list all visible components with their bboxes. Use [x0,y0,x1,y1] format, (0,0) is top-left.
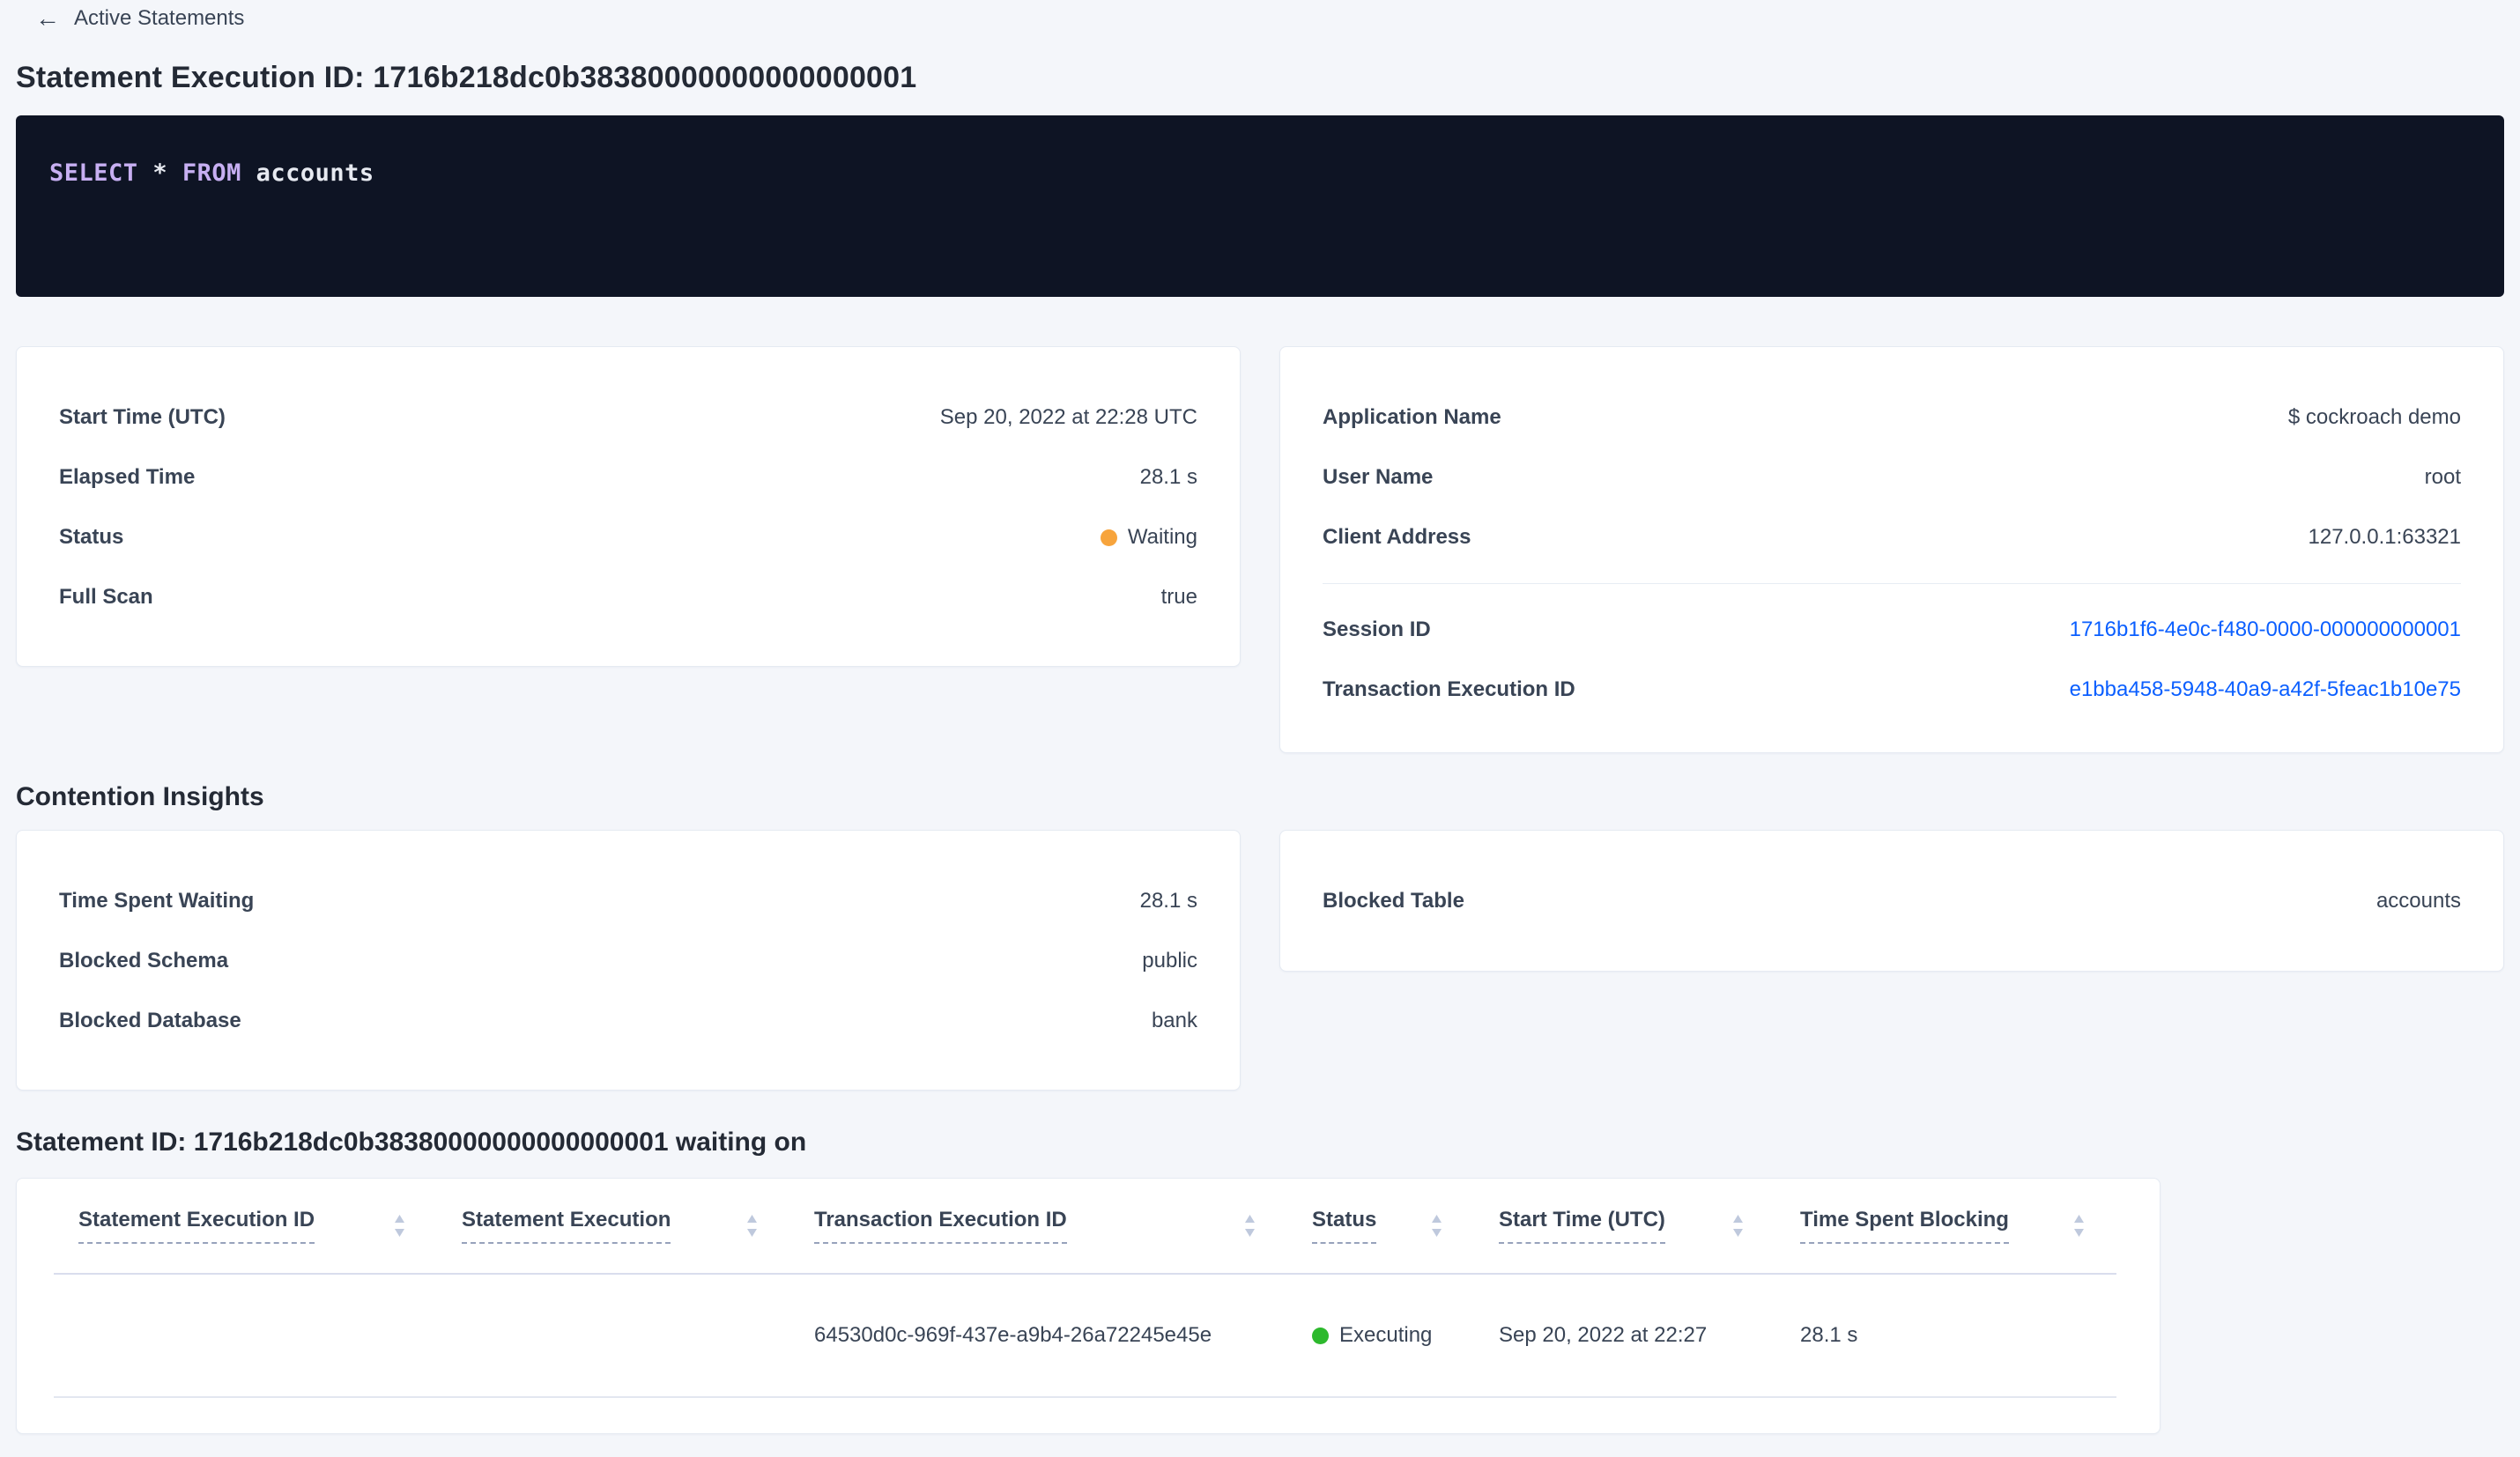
detail-label: Transaction Execution ID [1323,677,1575,701]
status-text: Waiting [1127,525,1197,549]
detail-label: Start Time (UTC) [59,405,226,429]
detail-label: Blocked Database [59,1009,241,1032]
sql-table-name: accounts [256,159,374,187]
back-arrow-icon: ← [35,4,60,32]
statement-details-card: Start Time (UTC) Sep 20, 2022 at 22:28 U… [16,346,1241,667]
cell-start-time: Sep 20, 2022 at 22:27 [1499,1323,1708,1347]
sort-icon[interactable] [1431,1214,1442,1238]
table-row: 64530d0c-969f-437e-a9b4-26a72245e45e Exe… [54,1275,2116,1398]
breadcrumb-label: Active Statements [74,6,245,30]
detail-value: 127.0.0.1:63321 [2308,525,2462,549]
column-header-start-time[interactable]: Start Time (UTC) [1474,1208,1775,1244]
sql-star: * [152,159,168,187]
transaction-execution-id-link[interactable]: e1bba458-5948-40a9-a42f-5feac1b10e75 [2070,677,2461,702]
sort-icon[interactable] [1732,1214,1744,1238]
detail-row-session-id: Session ID 1716b1f6-4e0c-f480-0000-00000… [1323,600,2461,660]
column-header-statement-execution[interactable]: Statement Execution [437,1208,789,1244]
column-header-label: Start Time (UTC) [1499,1208,1665,1244]
detail-row-blocked-database: Blocked Database bank [59,991,1197,1051]
detail-label: Elapsed Time [59,465,196,489]
column-header-status[interactable]: Status [1287,1208,1474,1244]
column-header-transaction-execution-id[interactable]: Transaction Execution ID [789,1208,1287,1244]
detail-value: 28.1 s [1139,889,1197,913]
status-text: Executing [1339,1323,1433,1347]
waiting-statements-table: Statement Execution ID Statement Executi… [16,1178,2161,1434]
detail-row-application-name: Application Name $ cockroach demo [1323,388,2461,447]
cell-time-spent-blocking: 28.1 s [1800,1323,1858,1347]
detail-label: Status [59,525,124,549]
detail-label: Blocked Table [1323,889,1464,913]
cell-status: Executing [1287,1323,1474,1348]
column-header-label: Time Spent Blocking [1800,1208,2009,1244]
sort-icon[interactable] [1244,1214,1256,1238]
detail-row-blocked-schema: Blocked Schema public [59,931,1197,991]
waiting-on-heading: Statement ID: 1716b218dc0b38380000000000… [16,1128,807,1157]
contention-details-card: Time Spent Waiting 28.1 s Blocked Schema… [16,830,1241,1091]
breadcrumb-back-link[interactable]: ← Active Statements [35,4,244,33]
detail-value: root [2424,465,2461,489]
detail-row-transaction-execution-id: Transaction Execution ID e1bba458-5948-4… [1323,660,2461,720]
detail-label: Client Address [1323,525,1471,549]
blocked-table-card: Blocked Table accounts [1279,830,2504,972]
detail-label: Time Spent Waiting [59,889,255,913]
detail-label: User Name [1323,465,1434,489]
detail-row-status: Status Waiting [59,507,1197,567]
waiting-status-dot-icon [1100,529,1117,546]
detail-label: Full Scan [59,585,153,609]
sort-icon[interactable] [394,1214,405,1238]
column-header-time-spent-blocking[interactable]: Time Spent Blocking [1775,1208,2116,1244]
detail-label: Session ID [1323,618,1431,641]
sort-icon[interactable] [746,1214,758,1238]
detail-value: true [1160,585,1197,609]
detail-label: Application Name [1323,405,1501,429]
column-header-statement-execution-id[interactable]: Statement Execution ID [54,1208,437,1244]
statement-execution-details-page: ← Active Statements Statement Execution … [0,4,2520,1457]
detail-value: accounts [2375,889,2461,913]
status-badge: Waiting [1100,525,1197,550]
sql-keyword-select: SELECT [49,159,138,187]
detail-value: $ cockroach demo [2287,405,2461,429]
column-header-label: Statement Execution ID [78,1208,315,1244]
detail-value: 28.1 s [1139,465,1197,489]
detail-value: Sep 20, 2022 at 22:28 UTC [939,405,1197,429]
detail-label: Blocked Schema [59,949,229,973]
detail-row-start-time: Start Time (UTC) Sep 20, 2022 at 22:28 U… [59,388,1197,447]
session-details-card: Application Name $ cockroach demo User N… [1279,346,2504,753]
table-header-row: Statement Execution ID Statement Executi… [54,1179,2116,1275]
detail-row-blocked-table: Blocked Table accounts [1323,871,2461,931]
column-header-label: Statement Execution [462,1208,671,1244]
detail-row-client-address: Client Address 127.0.0.1:63321 [1323,507,2461,567]
detail-row-user-name: User Name root [1323,447,2461,507]
executing-status-dot-icon [1312,1327,1329,1344]
detail-row-time-spent-waiting: Time Spent Waiting 28.1 s [59,871,1197,931]
sort-icon[interactable] [2073,1214,2085,1238]
card-divider [1323,583,2461,584]
detail-row-elapsed-time: Elapsed Time 28.1 s [59,447,1197,507]
page-title: Statement Execution ID: 1716b218dc0b3838… [16,61,917,94]
cell-transaction-execution-id: 64530d0c-969f-437e-a9b4-26a72245e45e [814,1323,1212,1347]
detail-row-full-scan: Full Scan true [59,567,1197,627]
detail-value: public [1142,949,1197,973]
column-header-label: Status [1312,1208,1377,1244]
detail-value: bank [1151,1009,1197,1032]
sql-statement-box: SELECT * FROM accounts [16,115,2504,297]
contention-insights-heading: Contention Insights [16,782,264,811]
sql-keyword-from: FROM [182,159,241,187]
column-header-label: Transaction Execution ID [814,1208,1067,1244]
session-id-link[interactable]: 1716b1f6-4e0c-f480-0000-000000000001 [2070,618,2461,642]
sql-statement: SELECT * FROM accounts [49,159,2471,187]
